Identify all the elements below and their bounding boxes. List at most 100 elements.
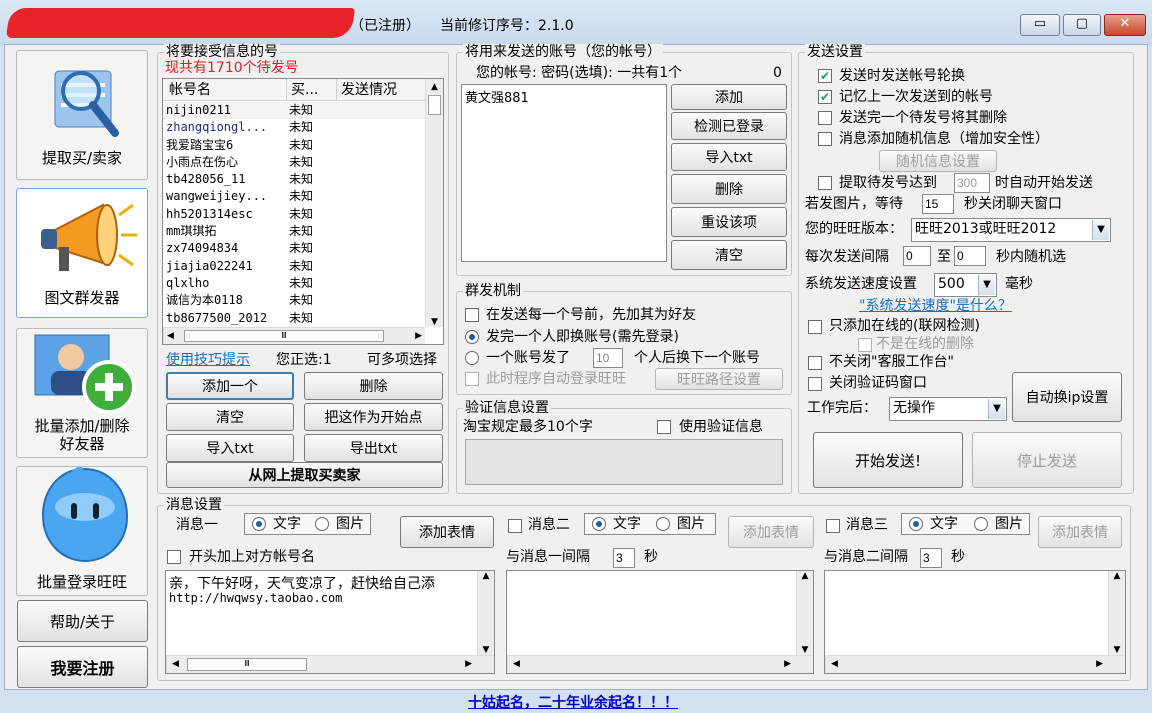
switch-after-n-radio[interactable] bbox=[465, 351, 479, 365]
random-info-settings-button[interactable]: 随机信息设置 bbox=[879, 150, 997, 172]
table-row[interactable]: jiajia022241 未知 bbox=[163, 258, 425, 275]
delete-receiver-button[interactable]: 删除 bbox=[304, 372, 443, 400]
nav-mass-sender[interactable]: 图文群发器 bbox=[16, 188, 148, 318]
delete-offline-label: 不是在线的删除 bbox=[876, 336, 974, 352]
speed-select[interactable]: 500 ▼ bbox=[934, 273, 997, 297]
table-row[interactable]: qlxlho 未知 bbox=[163, 275, 425, 292]
remember-last-checkbox[interactable]: ✔ bbox=[818, 90, 832, 104]
table-row[interactable]: zx74094834 未知 bbox=[163, 240, 425, 257]
message1-text-radio[interactable] bbox=[252, 517, 266, 531]
fetch-from-web-button[interactable]: 从网上提取买卖家 bbox=[166, 462, 443, 488]
receivers-table[interactable]: 帐号名 买... 发送情况 nijin0211 未知 zhangqiongl... 未… bbox=[162, 78, 444, 345]
use-verify-checkbox[interactable] bbox=[657, 420, 671, 434]
switch-after-n-input[interactable] bbox=[593, 348, 623, 368]
receivers-vscroll[interactable]: ▲ ▼ bbox=[425, 79, 443, 327]
message2-add-emoji-button[interactable]: 添加表情 bbox=[728, 516, 814, 548]
image-wait-input[interactable] bbox=[922, 194, 954, 214]
prefix-account-checkbox[interactable] bbox=[167, 550, 181, 564]
message3-vscroll[interactable]: ▲ ▼ bbox=[1108, 571, 1125, 655]
message3-textarea[interactable]: ▲ ▼ ◀ ▶ bbox=[824, 570, 1126, 674]
col-send-status[interactable]: 发送情况 bbox=[337, 79, 425, 100]
start-send-button[interactable]: 开始发送! bbox=[813, 432, 963, 488]
stop-send-button[interactable]: 停止发送 bbox=[972, 432, 1122, 488]
after-work-select[interactable]: 无操作 ▼ bbox=[889, 397, 1007, 421]
maximize-button[interactable]: ▢ bbox=[1063, 14, 1101, 36]
online-only-checkbox[interactable] bbox=[808, 320, 822, 334]
add-sender-button[interactable]: 添加 bbox=[671, 84, 787, 110]
table-row[interactable]: 小雨点在伤心 未知 bbox=[163, 154, 425, 171]
auto-ip-settings-button[interactable]: 自动换ip设置 bbox=[1012, 372, 1122, 422]
add-friend-first-checkbox[interactable] bbox=[465, 308, 479, 322]
message3-checkbox[interactable] bbox=[826, 519, 840, 533]
help-about-button[interactable]: 帮助/关于 bbox=[17, 600, 148, 642]
switch-per-person-radio[interactable] bbox=[465, 330, 479, 344]
auto-start-count-input[interactable] bbox=[954, 173, 990, 193]
close-button[interactable]: ✕ bbox=[1104, 14, 1146, 36]
random-info-checkbox[interactable] bbox=[818, 132, 832, 146]
no-close-workbench-checkbox[interactable] bbox=[808, 356, 822, 370]
import-senders-button[interactable]: 导入txt bbox=[671, 143, 787, 171]
clear-receivers-button[interactable]: 清空 bbox=[166, 403, 294, 431]
speed-help-link[interactable]: "系统发送速度"是什么？ bbox=[859, 297, 1012, 315]
message1-image-radio[interactable] bbox=[315, 517, 329, 531]
message2-checkbox[interactable] bbox=[508, 519, 522, 533]
check-logged-in-button[interactable]: 检测已登录 bbox=[671, 112, 787, 140]
message2-gap-input[interactable] bbox=[613, 548, 635, 568]
interval-min-input[interactable] bbox=[903, 246, 931, 266]
verify-message-input[interactable] bbox=[465, 439, 783, 485]
export-txt-button[interactable]: 导出txt bbox=[304, 434, 443, 462]
close-captcha-checkbox[interactable] bbox=[808, 377, 822, 391]
message2-hscroll[interactable]: ◀ ▶ bbox=[507, 655, 813, 673]
nav-batch-login[interactable]: 批量登录旺旺 bbox=[16, 466, 148, 596]
message2-textarea[interactable]: ▲ ▼ ◀ ▶ bbox=[506, 570, 814, 674]
vscroll-thumb[interactable] bbox=[428, 95, 441, 115]
message3-add-emoji-button[interactable]: 添加表情 bbox=[1038, 516, 1122, 548]
auto-login-checkbox[interactable] bbox=[465, 372, 479, 386]
import-txt-button[interactable]: 导入txt bbox=[166, 434, 294, 462]
sender-accounts-list[interactable]: 黄文强881 bbox=[461, 84, 667, 262]
message1-hscroll[interactable]: ◀ Ⅲ ▶ bbox=[166, 655, 494, 673]
table-row[interactable]: mm琪琪拓 未知 bbox=[163, 223, 425, 240]
clear-senders-button[interactable]: 清空 bbox=[671, 240, 787, 270]
table-row[interactable]: nijin0211 未知 bbox=[163, 102, 425, 120]
register-button[interactable]: 我要注册 bbox=[17, 646, 148, 688]
reset-sender-button[interactable]: 重设该项 bbox=[671, 207, 787, 237]
col-buyer[interactable]: 买... bbox=[287, 79, 337, 100]
footer-link[interactable]: 十姑起名，二十年业余起名！！！ bbox=[468, 692, 678, 712]
sender-account-item[interactable]: 黄文强881 bbox=[465, 87, 663, 106]
usage-tips-link[interactable]: 使用技巧提示 bbox=[166, 351, 250, 369]
message2-image-radio[interactable] bbox=[656, 517, 670, 531]
nav-fetch-buyers[interactable]: 提取买/卖家 bbox=[16, 50, 148, 180]
message3-text-radio[interactable] bbox=[909, 517, 923, 531]
interval-max-input[interactable] bbox=[954, 246, 986, 266]
table-row[interactable]: tb8677500_2012 未知 bbox=[163, 310, 425, 327]
message3-gap-input[interactable] bbox=[920, 548, 942, 568]
table-row[interactable]: 我爱踏宝宝6 未知 bbox=[163, 137, 425, 154]
receivers-hscroll[interactable]: ◀ Ⅲ ▶ bbox=[163, 327, 425, 344]
nav-batch-friends[interactable]: 批量添加/删除 好友器 bbox=[16, 328, 148, 458]
delete-sender-button[interactable]: 删除 bbox=[671, 174, 787, 204]
message2-text-radio[interactable] bbox=[592, 517, 606, 531]
add-one-button[interactable]: 添加一个 bbox=[166, 372, 294, 400]
message1-vscroll[interactable]: ▲ ▼ bbox=[477, 571, 494, 655]
table-row[interactable]: tb428056_11 未知 bbox=[163, 171, 425, 188]
delete-after-send-checkbox[interactable] bbox=[818, 111, 832, 125]
message3-image-radio[interactable] bbox=[974, 517, 988, 531]
table-row[interactable]: zhangqiongl... 未知 bbox=[163, 119, 425, 136]
wangwang-path-button[interactable]: 旺旺路径设置 bbox=[655, 368, 783, 390]
message3-hscroll[interactable]: ◀ ▶ bbox=[825, 655, 1125, 673]
col-account[interactable]: 帐号名 bbox=[163, 79, 287, 100]
message1-add-emoji-button[interactable]: 添加表情 bbox=[400, 516, 494, 548]
delete-offline-checkbox[interactable] bbox=[858, 338, 872, 352]
table-row[interactable]: hh5201314esc 未知 bbox=[163, 206, 425, 223]
table-row[interactable]: wangweijiey... 未知 bbox=[163, 188, 425, 205]
auto-start-checkbox[interactable] bbox=[818, 176, 832, 190]
switch-per-person-label: 发完一个人即换账号(需先登录) bbox=[486, 329, 679, 345]
table-row[interactable]: 诚信为本0118 未知 bbox=[163, 292, 425, 309]
message1-textarea[interactable]: 亲，下午好呀，天气变凉了，赶快给自己添 http://hwqwsy.taobao… bbox=[165, 570, 495, 674]
message2-vscroll[interactable]: ▲ ▼ bbox=[796, 571, 813, 655]
minimize-button[interactable]: ▭ bbox=[1020, 14, 1060, 36]
wangwang-version-select[interactable]: 旺旺2013或旺旺2012 ▼ bbox=[911, 218, 1111, 242]
set-start-point-button[interactable]: 把这作为开始点 bbox=[304, 403, 443, 431]
rotate-accounts-checkbox[interactable]: ✔ bbox=[818, 69, 832, 83]
